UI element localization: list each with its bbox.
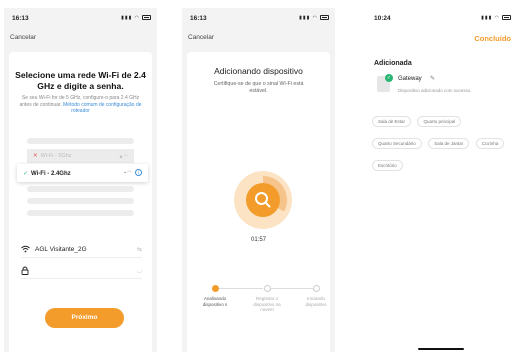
placeholder-row	[27, 186, 134, 192]
page-title: Adicionando dispositivo	[214, 66, 303, 76]
wifi-status-icon: ◠	[134, 15, 140, 21]
room-tag[interactable]: Quarto Secundário	[372, 138, 422, 149]
device-message: Dispositivo adicionado com sucesso.	[398, 88, 472, 93]
status-icons: ▮▮▮ ◠	[299, 15, 329, 21]
placeholder-row	[27, 198, 134, 204]
status-time: 10:24	[374, 15, 391, 22]
cancel-button[interactable]: Cancelar	[10, 34, 36, 41]
step-label: Analisando dispositivo s	[202, 296, 228, 307]
close-icon: ✕	[33, 153, 38, 159]
step-registering: Registrar o dispositivo na nuvem	[252, 285, 282, 313]
progress-steps: Analisando dispositivo s Registrar o dis…	[195, 285, 327, 325]
room-tags: Sala de Estar Quarto principal Quarto Se…	[372, 110, 513, 176]
wifi-selection-screen: 16:13 ▮▮▮ ◠ Cancelar Selecione uma rede …	[4, 8, 157, 352]
progress-center	[246, 183, 280, 217]
step-dot	[211, 285, 219, 292]
wifi-24g-label: Wi-Fi - 2.4Ghz	[31, 171, 71, 177]
step-label: Registrar o dispositivo na nuvem	[253, 296, 281, 312]
battery-icon	[502, 15, 511, 21]
step-initializing: Iniciando dispositivo	[301, 285, 331, 307]
room-tag[interactable]: Escritório	[372, 160, 403, 171]
signal-icon: ▮▮▮	[121, 15, 133, 21]
device-added-screen: 10:24 ▮▮▮ ◠ Concluído Adicionada ✓ Gatew…	[366, 8, 517, 352]
signal-icon: ▮▮▮	[299, 15, 311, 21]
section-title: Adicionada	[374, 60, 412, 67]
lock-icon	[21, 266, 29, 277]
network-field[interactable]: AGL Visitante_2G ⇆	[21, 244, 142, 258]
placeholder-row	[27, 210, 134, 216]
status-time: 16:13	[12, 15, 29, 22]
done-button[interactable]: Concluído	[474, 34, 511, 43]
search-progress-graphic	[234, 171, 292, 229]
adding-device-screen: 16:13 ▮▮▮ ◠ Cancelar Adicionando disposi…	[182, 8, 335, 352]
network-name: AGL Visitante_2G	[35, 246, 87, 253]
step-dot	[312, 285, 320, 292]
next-button[interactable]: Próximo	[45, 308, 124, 328]
check-icon: ✓	[385, 74, 393, 82]
password-field[interactable]: ◡	[21, 265, 142, 279]
room-tag[interactable]: Cozinha	[475, 138, 505, 149]
page-subtitle: Se seu Wi-Fi for de 5 GHz, configure-o p…	[19, 95, 142, 115]
wifi-icon: ◠	[127, 170, 132, 176]
device-name: Gateway	[398, 76, 422, 82]
wifi-5g-icons: 🔒︎ ◠	[119, 154, 128, 160]
battery-icon	[320, 15, 329, 21]
eye-off-icon[interactable]: ◡	[137, 267, 142, 274]
step-analyzing: Analisando dispositivo s	[200, 285, 230, 307]
signal-icon: ▮▮▮	[481, 15, 493, 21]
status-bar: 10:24 ▮▮▮ ◠	[366, 15, 517, 25]
countdown-timer: 01:57	[250, 237, 266, 243]
lock-icon: ▪	[124, 170, 126, 176]
router-config-link[interactable]: Método comum de configuração de roteador	[63, 102, 141, 115]
placeholder-row	[27, 138, 134, 144]
edit-icon[interactable]: ✎	[430, 75, 435, 82]
device-entry: ✓ Gateway ✎ Dispositivo adicionado com s…	[374, 74, 509, 102]
wifi-24g-icons: ▪ ◠ i	[124, 169, 142, 176]
top-bar: Cancelar	[4, 34, 157, 46]
page-subtitle: Certifique-se de que o sinal Wi-Fi está …	[213, 81, 304, 94]
wifi-5g-label: Wi-Fi - 5Ghz	[40, 153, 72, 159]
wifi-status-icon: ◠	[494, 15, 500, 21]
top-bar: Concluído	[366, 34, 517, 46]
status-bar: 16:13 ▮▮▮ ◠	[182, 15, 335, 25]
step-dot	[263, 285, 271, 292]
top-bar: Cancelar	[182, 34, 335, 46]
status-bar: 16:13 ▮▮▮ ◠	[4, 15, 157, 25]
content-card: Adicionada ✓ Gateway ✎ Dispositivo adici…	[366, 52, 517, 352]
room-tag[interactable]: Quarto principal	[417, 116, 462, 127]
status-icons: ▮▮▮ ◠	[121, 15, 151, 21]
home-indicator	[418, 348, 464, 350]
content-card: Selecione uma rede Wi-Fi de 2.4 GHz e di…	[9, 52, 152, 352]
status-icons: ▮▮▮ ◠	[481, 15, 511, 21]
room-tag[interactable]: Sala de Estar	[372, 116, 412, 127]
info-icon[interactable]: i	[135, 169, 142, 176]
room-tag[interactable]: Sala de Jantar	[428, 138, 470, 149]
wifi-status-icon: ◠	[312, 15, 318, 21]
wifi-icon	[21, 245, 30, 255]
content-card: Adicionando dispositivo Certifique-se de…	[187, 52, 330, 352]
step-label: Iniciando dispositivo	[305, 296, 327, 307]
swap-icon[interactable]: ⇆	[137, 246, 142, 253]
cancel-button[interactable]: Cancelar	[188, 34, 214, 41]
wifi-option-24g[interactable]: ✓ Wi-Fi - 2.4Ghz ▪ ◠ i	[17, 164, 148, 182]
page-title: Selecione uma rede Wi-Fi de 2.4 GHz e di…	[15, 70, 146, 91]
battery-icon	[142, 15, 151, 21]
status-time: 16:13	[190, 15, 207, 22]
wifi-option-5g: ✕ Wi-Fi - 5Ghz 🔒︎ ◠	[27, 149, 134, 163]
check-icon: ✓	[23, 171, 29, 177]
